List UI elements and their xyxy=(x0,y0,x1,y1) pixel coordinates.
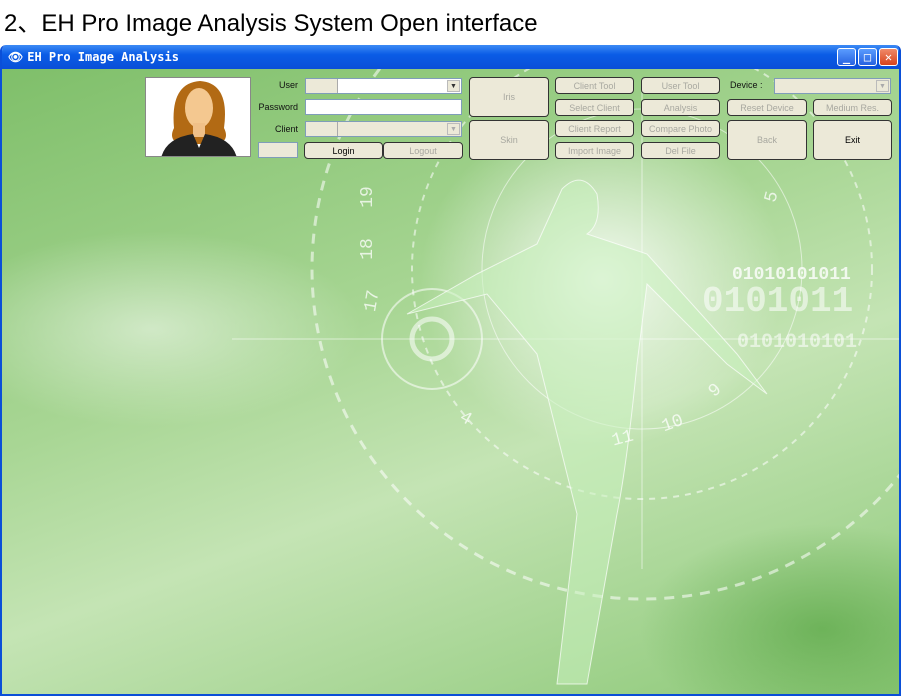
woman-avatar-icon xyxy=(161,81,237,156)
client-report-button[interactable]: Client Report xyxy=(555,120,634,137)
password-input[interactable] xyxy=(305,99,462,115)
client-select[interactable]: ▼ xyxy=(305,121,462,137)
client-tool-button[interactable]: Client Tool xyxy=(555,77,634,94)
client-label: Client xyxy=(274,124,298,134)
title-bar[interactable]: 👁 EH Pro Image Analysis _ □ ✕ xyxy=(2,45,899,69)
chevron-down-icon[interactable]: ▼ xyxy=(447,80,460,92)
dial-number: 17 xyxy=(361,288,385,314)
import-image-button[interactable]: Import Image xyxy=(555,142,634,159)
minimize-button[interactable]: _ xyxy=(837,48,856,66)
login-button[interactable]: Login xyxy=(304,142,383,159)
compare-photo-button[interactable]: Compare Photo xyxy=(641,120,720,137)
iris-button[interactable]: Iris xyxy=(469,77,549,117)
dial-number: 19 xyxy=(357,186,378,208)
password-label: Password xyxy=(258,102,298,112)
close-button[interactable]: ✕ xyxy=(879,48,898,66)
del-file-button[interactable]: Del File xyxy=(641,142,720,159)
user-label: User xyxy=(278,80,298,90)
page-caption: 2、EH Pro Image Analysis System Open inte… xyxy=(4,10,538,37)
user-select[interactable]: ▼ xyxy=(305,78,462,94)
binary-text: 0101010101 xyxy=(737,331,858,354)
background-artwork xyxy=(232,69,899,685)
chevron-down-icon[interactable]: ▼ xyxy=(876,80,889,92)
maximize-button[interactable]: □ xyxy=(858,48,877,66)
user-tool-button[interactable]: User Tool xyxy=(641,77,720,94)
user-avatar xyxy=(145,77,251,157)
device-label: Device : xyxy=(730,80,763,90)
exit-button[interactable]: Exit xyxy=(813,120,892,160)
logout-button[interactable]: Logout xyxy=(383,142,463,159)
main-area: 19 18 17 4 10 11 9 5 01010101011 0101011… xyxy=(2,69,899,694)
binary-text: 0101011 xyxy=(702,281,854,322)
chevron-down-icon[interactable]: ▼ xyxy=(447,123,460,135)
analysis-button[interactable]: Analysis xyxy=(641,99,720,116)
back-button[interactable]: Back xyxy=(727,120,807,160)
device-select[interactable]: ▼ xyxy=(774,78,891,94)
app-window: 👁 EH Pro Image Analysis _ □ ✕ 19 18 17 4 … xyxy=(0,45,901,696)
eye-app-icon: 👁 xyxy=(8,50,24,64)
skin-button[interactable]: Skin xyxy=(469,120,549,160)
dial-number: 18 xyxy=(357,238,378,260)
medium-res-button[interactable]: Medium Res. xyxy=(813,99,892,116)
select-client-button[interactable]: Select Client xyxy=(555,99,634,116)
reset-device-button[interactable]: Reset Device xyxy=(727,99,807,116)
window-title: EH Pro Image Analysis xyxy=(27,50,179,64)
status-box xyxy=(258,142,298,158)
